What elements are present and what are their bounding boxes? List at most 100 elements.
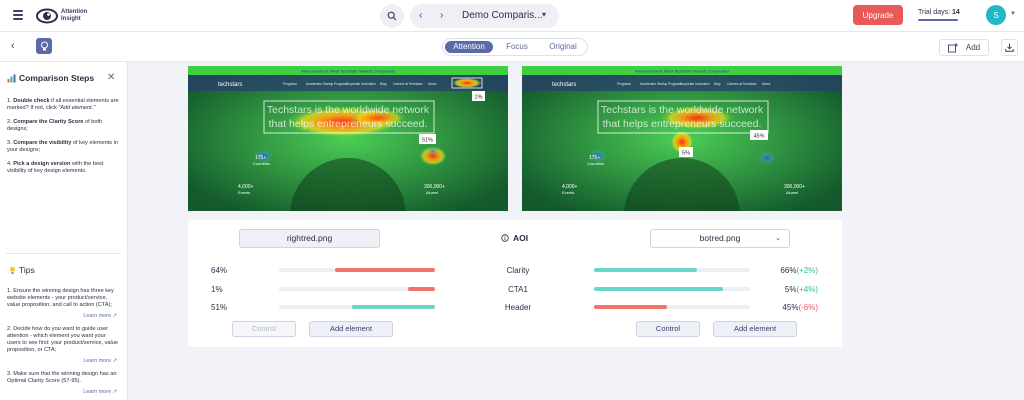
right-bar-track [594, 305, 750, 309]
learn-more-link[interactable]: Learn more ↗ [7, 389, 119, 396]
banner-text: Announcement: Meet Techstars' Newest Com… [635, 69, 729, 74]
step-item: 1. Double check if all essential element… [7, 98, 119, 111]
tips-toggle-button[interactable] [36, 38, 52, 54]
step-item: 2. Compare the Clarity Score of both des… [7, 119, 103, 132]
tips-list: 1. Ensure the winning design has three k… [7, 288, 119, 400]
project-title[interactable]: Demo Comparis... [462, 10, 543, 21]
aoi-header: AOI [501, 233, 528, 243]
chevron-left-icon[interactable]: ‹ [419, 10, 422, 21]
heatmap-right[interactable]: Announcement: Meet Techstars' Newest Com… [522, 66, 842, 211]
left-bar-track [279, 305, 435, 309]
divider [6, 253, 121, 254]
avatar-chevron-icon[interactable]: ▼ [1010, 11, 1016, 17]
tab-focus[interactable]: Focus [499, 41, 535, 53]
add-element-button-right[interactable]: Add element [713, 321, 797, 337]
svg-text:Programs: Programs [283, 82, 297, 86]
control-button-left[interactable]: Control [232, 321, 296, 337]
left-file-name: rightred.png [239, 229, 380, 248]
right-bar-track [594, 268, 750, 272]
svg-text:Corporate Innovation: Corporate Innovation [346, 82, 376, 86]
project-switcher: ‹ › Demo Comparis... ▾ [410, 4, 559, 28]
svg-text:Alumni: Alumni [786, 190, 798, 195]
svg-text:Techstars is the worldwide net: Techstars is the worldwide network [601, 104, 764, 116]
left-bar-fill [335, 268, 435, 272]
trial-info: Trial days: 14 [918, 9, 960, 16]
svg-text:Techstars is the worldwide net: Techstars is the worldwide network [267, 104, 430, 116]
site-logo: techstars [218, 82, 242, 88]
avatar[interactable]: S [986, 5, 1006, 25]
right-bar-fill [594, 305, 667, 309]
right-value: 45%(-6%) [782, 303, 818, 312]
learn-more-link[interactable]: Learn more ↗ [7, 313, 119, 320]
site-logo: techstars [552, 82, 576, 88]
metric-name: Clarity [506, 266, 530, 275]
close-icon[interactable]: ✕ [107, 72, 115, 83]
view-tabs: Attention Focus Original [442, 38, 588, 56]
aoi-label-cta: 5% [682, 151, 690, 157]
sidebar-title: Comparison Steps [7, 73, 94, 83]
left-bar-fill [408, 287, 435, 291]
svg-text:About: About [762, 82, 770, 86]
right-bar-track [594, 287, 750, 291]
chevron-down-icon: ⌄ [775, 235, 781, 242]
aoi-label-cta: 1% [475, 95, 483, 101]
info-icon [501, 234, 509, 242]
steps-list: 1. Double check if all essential element… [7, 98, 119, 182]
add-button[interactable]: Add [939, 39, 989, 56]
menu-icon[interactable] [13, 10, 23, 22]
download-icon [1005, 43, 1014, 52]
left-bar-track [279, 268, 435, 272]
metric-name: Header [504, 303, 532, 312]
logo-text: Attention Insight [61, 9, 88, 22]
right-bar-fill [594, 268, 697, 272]
right-value: 5%(+4%) [784, 285, 818, 294]
add-label: Add [965, 43, 981, 52]
svg-text:Alumni: Alumni [426, 190, 438, 195]
search-button[interactable] [380, 4, 404, 28]
svg-text:Corporate Innovation: Corporate Innovation [680, 82, 710, 86]
svg-text:Accelerator Startup Programs: Accelerator Startup Programs [306, 82, 348, 86]
right-file-select[interactable]: botred.png ⌄ [650, 229, 790, 248]
aoi-label-header: 45% [753, 134, 764, 140]
back-icon[interactable]: ‹ [11, 40, 15, 52]
svg-text:that helps entrepreneurs succe: that helps entrepreneurs succeed. [603, 118, 762, 130]
tip-item: 2. Decide how do you want to guide user … [7, 326, 119, 365]
logo[interactable]: Attention Insight [36, 5, 97, 27]
heatmap-left[interactable]: Announcement: Meet Techstars' Newest Com… [188, 66, 508, 211]
banner-text: Announcement: Meet Techstars' Newest Com… [301, 69, 395, 74]
comparison-panel: rightred.png AOI botred.png ⌄ 64% Clarit… [188, 220, 842, 347]
left-value: 1% [211, 285, 223, 294]
learn-more-link[interactable]: Learn more ↗ [7, 358, 119, 365]
svg-text:Programs: Programs [617, 82, 631, 86]
tips-title: Tips [9, 265, 35, 275]
left-value: 64% [211, 266, 228, 275]
right-value: 66%(+2%) [780, 266, 818, 275]
eye-logo-icon [36, 8, 58, 24]
chevron-right-icon[interactable]: › [440, 10, 443, 21]
chart-icon [7, 74, 16, 82]
left-value: 51% [211, 303, 228, 312]
add-element-button-left[interactable]: Add element [309, 321, 393, 337]
aoi-label-header: 51% [422, 138, 433, 144]
delta: (+4%) [796, 285, 818, 294]
trial-progress [918, 19, 958, 21]
right-bar-fill [594, 287, 723, 291]
tip-item: 1. Ensure the winning design has three k… [7, 288, 119, 320]
lightbulb-icon [9, 266, 16, 274]
svg-text:Blog: Blog [380, 82, 387, 86]
upgrade-button[interactable]: Upgrade [853, 5, 903, 25]
metric-name: CTA1 [508, 285, 528, 294]
svg-text:Blog: Blog [714, 82, 721, 86]
download-button[interactable] [1001, 39, 1018, 56]
svg-text:Events: Events [238, 190, 250, 195]
svg-text:Countries: Countries [253, 161, 270, 166]
delta: (-6%) [798, 303, 818, 312]
tip-item: 3. Make sure that the winning design has… [7, 371, 119, 396]
tab-original[interactable]: Original [541, 41, 585, 53]
chevron-down-icon[interactable]: ▾ [542, 10, 546, 19]
control-button-right[interactable]: Control [636, 321, 700, 337]
tab-attention[interactable]: Attention [445, 41, 493, 53]
svg-text:Careers at Techstars: Careers at Techstars [393, 82, 423, 86]
step-item: 3. Compare the visibility of key element… [7, 140, 119, 153]
toolbar: ‹ Attention Focus Original Add [0, 32, 1024, 62]
